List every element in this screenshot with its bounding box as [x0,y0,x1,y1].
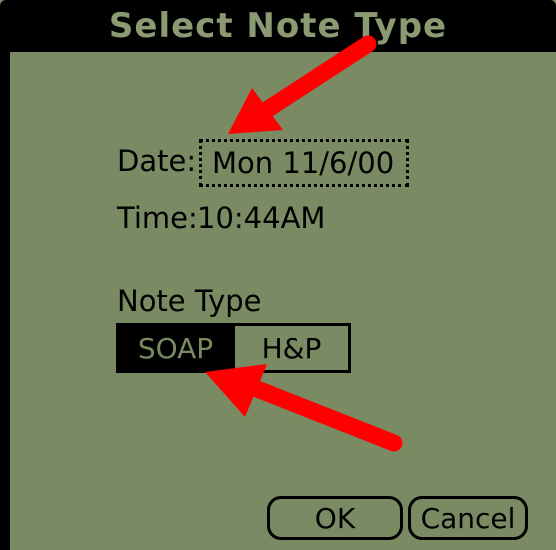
arrow-to-date-icon [228,35,377,134]
palm-screen: Select Note Type Date: Mon 11/6/00 Time:… [0,0,556,550]
arrow-to-note-type-icon [205,364,403,452]
annotation-arrows [205,35,403,452]
